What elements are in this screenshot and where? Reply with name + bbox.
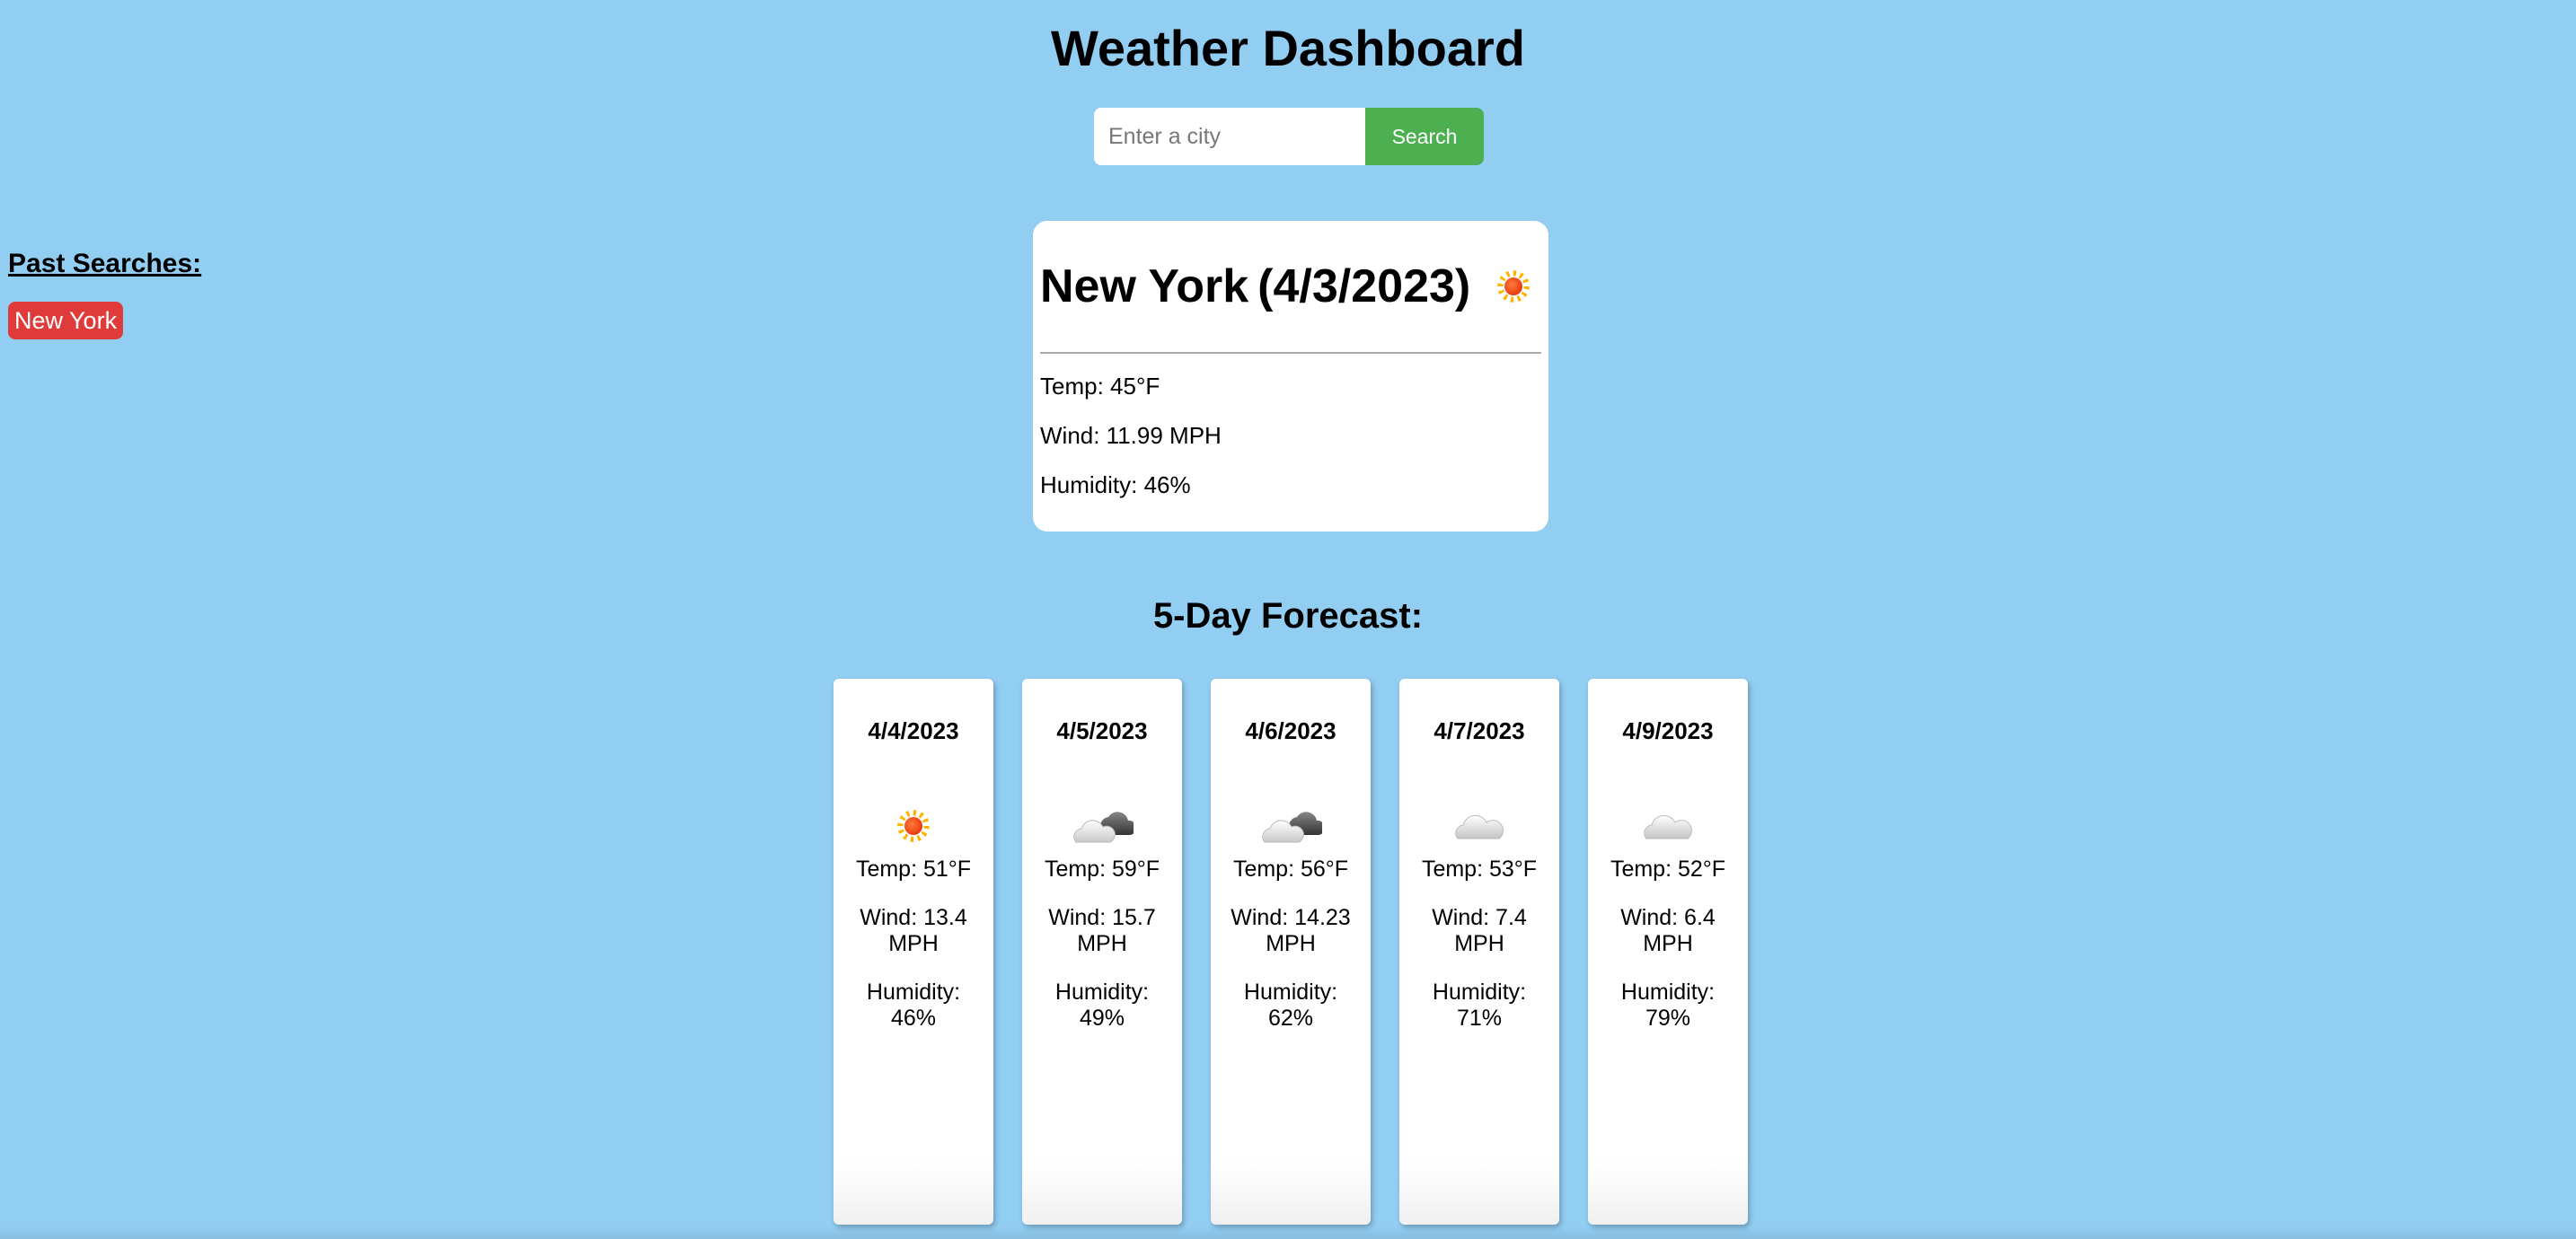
weather-dashboard-page: Weather Dashboard Search Past Searches: … <box>0 0 2576 1239</box>
forecast-humidity: Humidity: 46% <box>866 980 961 1031</box>
search-button[interactable]: Search <box>1365 108 1484 165</box>
forecast-card: 4/5/2023 Temp: 59°F Wind: 15.7 MPH Humid… <box>1022 679 1182 1225</box>
sun-icon <box>1495 268 1531 304</box>
forecast-wind: Wind: 6.4 MPH <box>1620 905 1716 956</box>
forecast-heading: 5-Day Forecast: <box>1152 596 1424 636</box>
forecast-temp: Temp: 52°F <box>1610 857 1726 882</box>
forecast-humidity: Humidity: 71% <box>1432 980 1527 1031</box>
divider <box>1040 352 1541 354</box>
forecast-card: 4/4/2023 Temp: 51°F Wind: 13.4 MPH Humid… <box>834 679 993 1225</box>
forecast-humidity: Humidity: 62% <box>1243 980 1338 1031</box>
past-searches-list: New York <box>8 302 124 339</box>
page-bottom-shadow <box>0 1226 2576 1239</box>
forecast-wind: Wind: 13.4 MPH <box>860 905 967 956</box>
forecast-date: 4/7/2023 <box>1434 717 1525 744</box>
page-title: Weather Dashboard <box>1051 20 1525 76</box>
forecast-temp: Temp: 53°F <box>1421 857 1538 882</box>
current-temp: Temp: 45°F <box>1040 373 1160 400</box>
past-search-button[interactable]: New York <box>8 302 124 339</box>
forecast-wind: Wind: 14.23 MPH <box>1231 905 1351 956</box>
partly-cloudy-icon <box>1262 812 1322 843</box>
forecast-date: 4/9/2023 <box>1622 717 1714 744</box>
current-humidity: Humidity: 46% <box>1040 471 1191 498</box>
forecast-card: 4/7/2023 Temp: 53°F Wind: 7.4 MPH Humidi… <box>1399 679 1559 1225</box>
current-city: New York <box>1040 260 1249 312</box>
past-searches-heading: Past Searches: <box>8 249 202 278</box>
forecast-list: 4/4/2023 Temp: 51°F Wind: 13.4 MPH Humid… <box>834 679 1748 1225</box>
forecast-temp: Temp: 59°F <box>1044 857 1160 882</box>
sun-icon <box>895 808 931 844</box>
current-date: (4/3/2023) <box>1257 260 1471 312</box>
forecast-card: 4/9/2023 Temp: 52°F Wind: 6.4 MPH Humidi… <box>1588 679 1748 1225</box>
search-bar: Search <box>1094 108 1484 165</box>
cloud-icon <box>1455 814 1504 839</box>
forecast-wind: Wind: 15.7 MPH <box>1048 905 1156 956</box>
forecast-temp: Temp: 51°F <box>855 857 972 882</box>
partly-cloudy-icon <box>1073 812 1134 843</box>
forecast-wind: Wind: 7.4 MPH <box>1432 905 1527 956</box>
forecast-date: 4/6/2023 <box>1245 717 1337 744</box>
city-search-input[interactable] <box>1094 108 1365 165</box>
current-wind: Wind: 11.99 MPH <box>1040 422 1222 449</box>
forecast-card: 4/6/2023 Temp: 56°F Wind: 14.23 MPH Humi… <box>1211 679 1371 1225</box>
forecast-date: 4/5/2023 <box>1056 717 1148 744</box>
current-weather-header: New York (4/3/2023) <box>1040 221 1541 352</box>
forecast-humidity: Humidity: 49% <box>1054 980 1150 1031</box>
forecast-temp: Temp: 56°F <box>1232 857 1349 882</box>
cloud-icon <box>1644 814 1692 839</box>
forecast-date: 4/4/2023 <box>868 717 959 744</box>
forecast-humidity: Humidity: 79% <box>1620 980 1716 1031</box>
current-weather-card: New York (4/3/2023) Temp: 45°F Wind: 11.… <box>1033 221 1548 532</box>
